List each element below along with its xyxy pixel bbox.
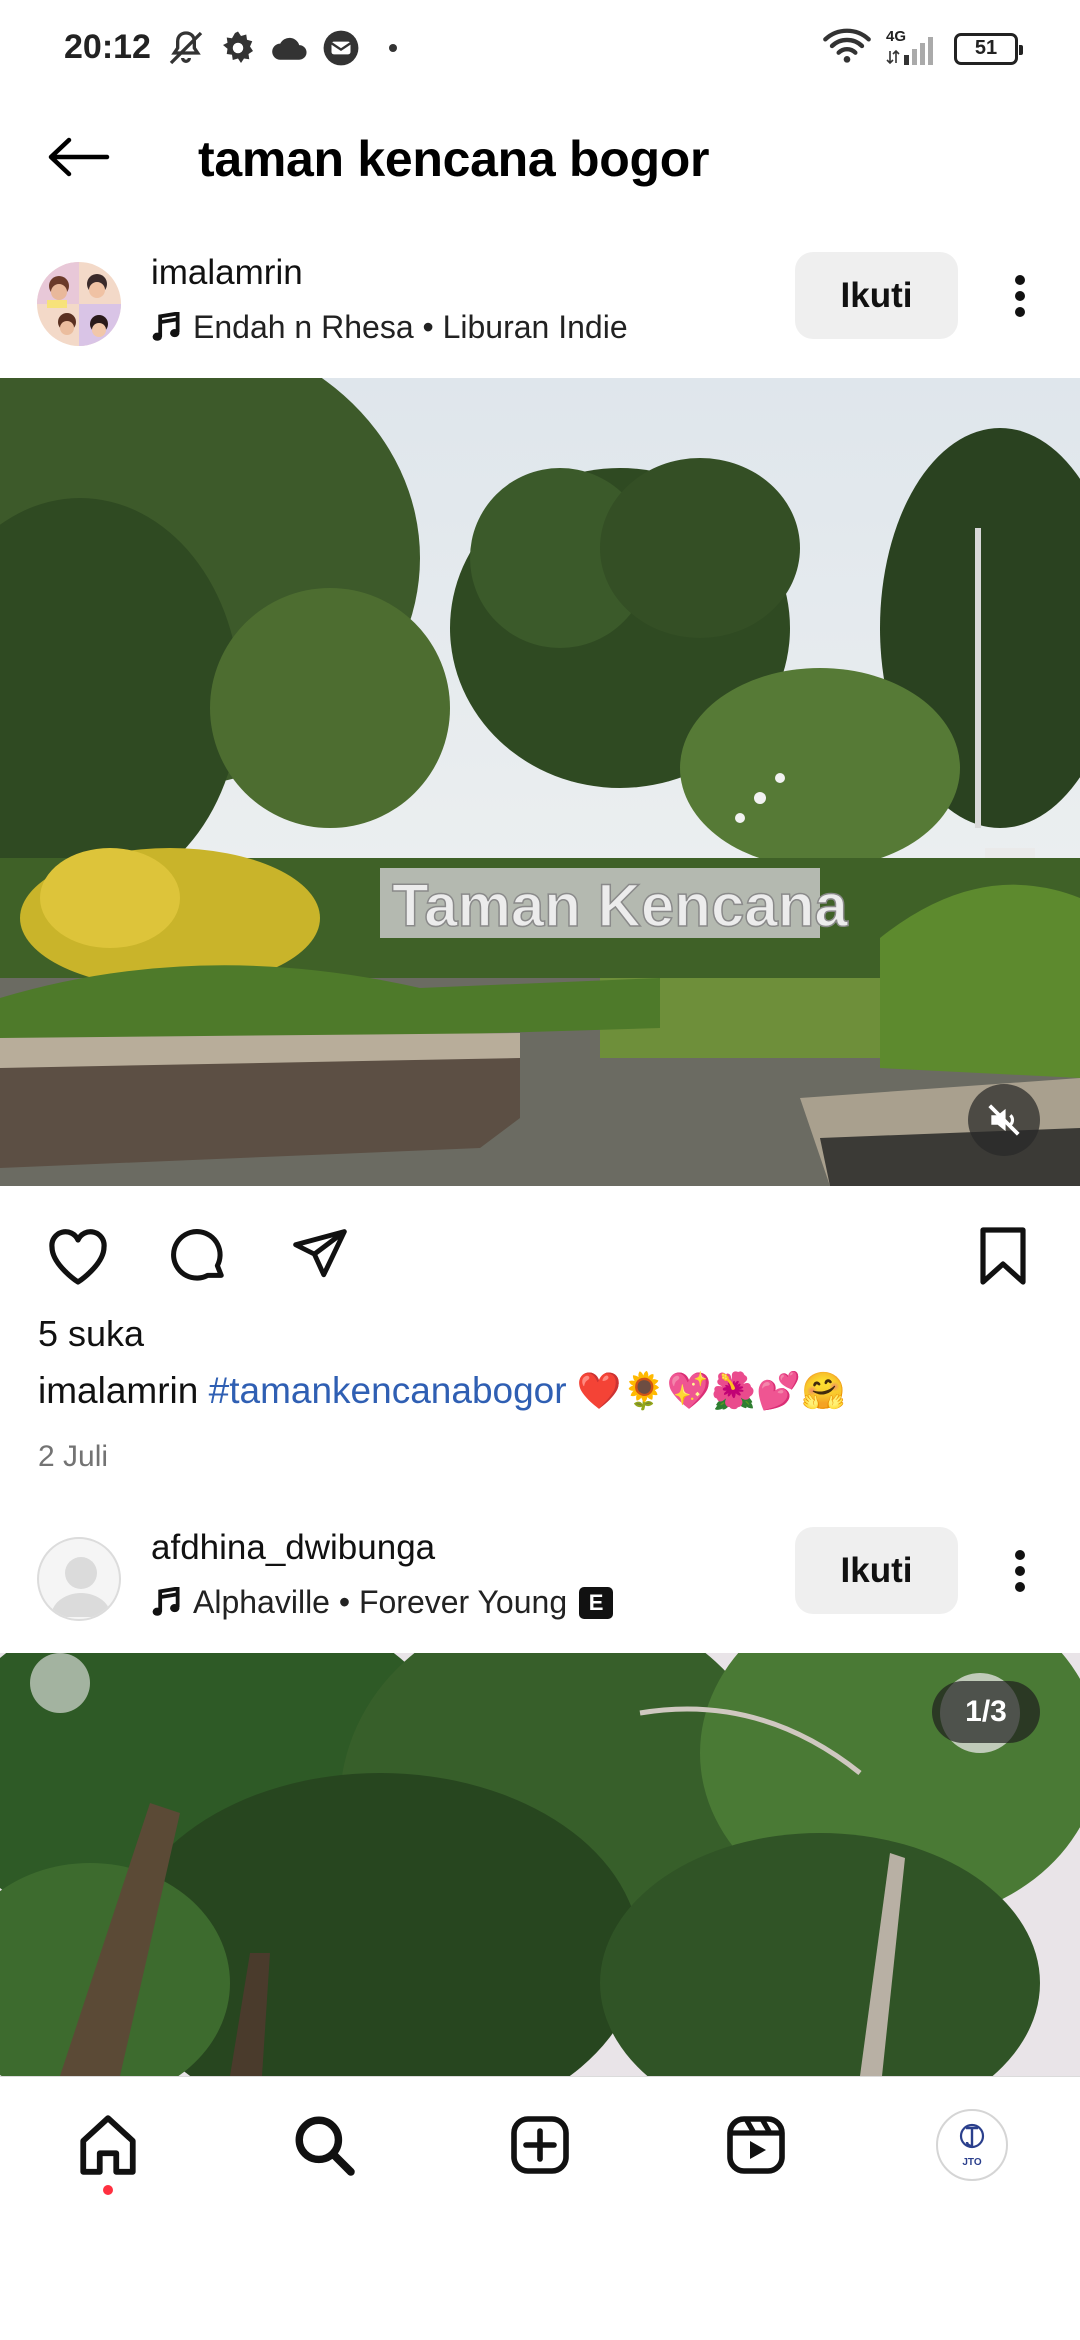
create-icon	[511, 2116, 569, 2174]
music-note-icon	[152, 1586, 180, 1616]
settings-icon	[220, 30, 256, 66]
status-time: 20:12	[64, 28, 151, 66]
follow-button[interactable]: Ikuti	[795, 1527, 958, 1614]
more-vertical-icon	[1015, 275, 1025, 317]
post-actions	[0, 1200, 1080, 1300]
avatar[interactable]	[37, 1537, 121, 1621]
status-bar: 20:12 4G 51	[0, 0, 1080, 100]
back-button[interactable]	[38, 122, 118, 192]
comment-button[interactable]	[162, 1220, 234, 1292]
bookmark-icon	[980, 1227, 1026, 1285]
home-icon	[80, 2115, 136, 2175]
more-options-button[interactable]	[995, 1532, 1045, 1610]
trees-photo	[0, 1653, 1080, 2076]
audio-title: Endah n Rhesa • Liburan Indie	[193, 309, 628, 345]
carousel-counter: 1/3	[932, 1681, 1040, 1743]
bottom-navigation: JTO	[0, 2076, 1080, 2226]
username[interactable]: imalamrin	[151, 253, 303, 293]
nav-create[interactable]	[500, 2105, 580, 2185]
audio-link[interactable]: Alphaville • Forever Young E	[151, 1584, 614, 1621]
wifi-icon	[822, 26, 872, 71]
music-note-icon	[152, 311, 180, 341]
search-header: taman kencana bogor	[0, 100, 1080, 220]
heart-icon	[49, 1229, 107, 1285]
follow-button[interactable]: Ikuti	[795, 252, 958, 339]
park-photo: Taman Kencana	[0, 378, 1080, 1186]
volume-muted-icon	[988, 1104, 1020, 1136]
likes-count[interactable]: 5 suka	[38, 1313, 144, 1355]
username[interactable]: afdhina_dwibunga	[151, 1528, 435, 1568]
comment-icon	[171, 1229, 224, 1281]
post-carousel[interactable]: 1/3	[0, 1653, 1080, 2076]
share-button[interactable]	[284, 1220, 356, 1292]
nav-reels[interactable]	[716, 2105, 796, 2185]
post-header: imalamrin Endah n Rhesa • Liburan Indie …	[0, 237, 1080, 377]
message-icon	[322, 29, 360, 67]
profile-avatar: JTO	[936, 2109, 1008, 2181]
cloud-icon	[270, 33, 308, 63]
reels-icon	[727, 2116, 785, 2174]
audio-link[interactable]: Endah n Rhesa • Liburan Indie	[151, 309, 628, 346]
dot-icon	[388, 43, 398, 53]
nav-search[interactable]	[284, 2105, 364, 2185]
arrow-left-icon	[48, 137, 110, 177]
caption-hashtag[interactable]: #tamankencanabogor	[209, 1370, 567, 1411]
search-icon	[295, 2116, 355, 2176]
post-header: afdhina_dwibunga Alphaville • Forever Yo…	[0, 1512, 1080, 1652]
more-vertical-icon	[1015, 1550, 1025, 1592]
svg-text:Taman Kencana: Taman Kencana	[392, 872, 848, 939]
avatar[interactable]	[37, 262, 121, 346]
post-date: 2 Juli	[38, 1440, 109, 1473]
caption-emojis: ❤️🌻💖🌺💕🤗	[576, 1371, 846, 1412]
more-options-button[interactable]	[995, 257, 1045, 335]
send-icon	[293, 1229, 347, 1278]
nav-home[interactable]	[68, 2105, 148, 2185]
status-icons-left	[166, 28, 398, 68]
caption-username[interactable]: imalamrin	[38, 1370, 198, 1411]
like-button[interactable]	[42, 1220, 114, 1292]
profile-logo-text: JTO	[962, 2157, 982, 2168]
explicit-badge: E	[579, 1586, 614, 1619]
audio-title: Alphaville • Forever Young	[193, 1584, 568, 1620]
mute-toggle-button[interactable]	[968, 1084, 1040, 1156]
battery-level: 51	[974, 37, 998, 59]
page-title: taman kencana bogor	[198, 131, 710, 187]
logo-icon	[959, 2123, 985, 2149]
battery-icon: 51	[954, 32, 1023, 65]
nav-profile[interactable]: JTO	[932, 2105, 1012, 2185]
status-icons-right: 4G 51	[822, 26, 1023, 71]
signal-icon: 4G	[886, 29, 940, 69]
save-button[interactable]	[967, 1220, 1039, 1292]
home-notification-dot	[103, 2185, 113, 2195]
post-video[interactable]: Taman Kencana	[0, 378, 1080, 1186]
caption: imalamrin #tamankencanabogor ❤️🌻💖🌺💕🤗	[38, 1370, 846, 1412]
mute-icon	[166, 28, 206, 68]
